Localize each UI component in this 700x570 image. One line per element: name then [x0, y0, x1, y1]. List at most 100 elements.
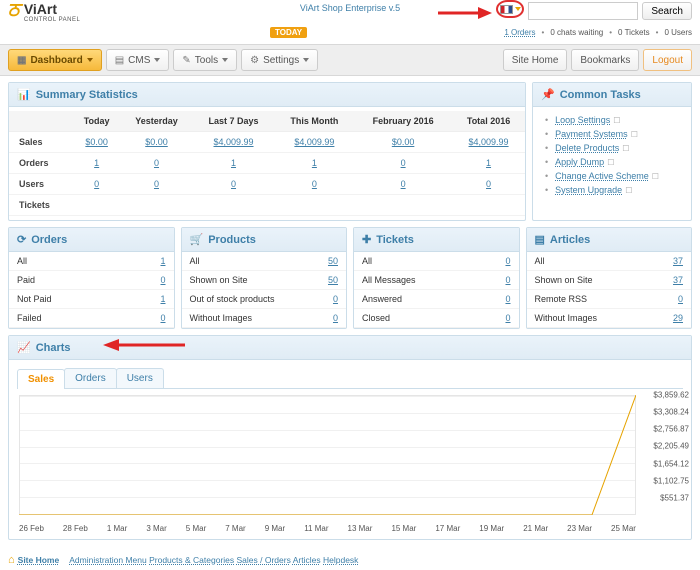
- x-tick: 3 Mar: [146, 524, 166, 533]
- panel-title: Common Tasks: [560, 89, 641, 101]
- row-label: Failed: [9, 309, 125, 328]
- panel-summary: 📊Summary Statistics TodayYesterdayLast 7…: [8, 82, 526, 221]
- y-tick: $3,308.24: [653, 408, 689, 417]
- row-value[interactable]: 0: [505, 313, 510, 323]
- list-item: Not Paid 1: [9, 290, 174, 309]
- chevron-down-icon: [303, 58, 309, 62]
- x-tick: 7 Mar: [225, 524, 245, 533]
- tab-orders[interactable]: Orders: [64, 368, 117, 388]
- row-value[interactable]: 0: [160, 313, 165, 323]
- language-selector[interactable]: [496, 0, 524, 18]
- status-orders-link[interactable]: 1 Orders: [504, 28, 535, 37]
- list-item: Remote RSS0: [527, 290, 692, 309]
- task-link[interactable]: Apply Dump: [555, 157, 604, 167]
- table-row: Users000000: [9, 174, 525, 195]
- tab-sales[interactable]: Sales: [17, 369, 65, 389]
- row-value[interactable]: 1: [160, 256, 165, 266]
- row-label: All: [527, 252, 651, 271]
- tab-users[interactable]: Users: [116, 368, 164, 388]
- row-value[interactable]: 0: [333, 313, 338, 323]
- row-value[interactable]: 0: [160, 275, 165, 285]
- task-link[interactable]: Payment Systems: [555, 129, 628, 139]
- col-header: Yesterday: [121, 111, 193, 132]
- panel-tickets: ✚TicketsAll0All Messages0Answered0Closed…: [353, 227, 520, 329]
- search-button[interactable]: Search: [642, 2, 692, 20]
- nav-settings[interactable]: ⚙Settings: [241, 49, 318, 71]
- annotation-arrow-charts: [99, 338, 189, 355]
- home-icon: ⌂: [8, 554, 15, 566]
- footer-link[interactable]: Products & Categories: [149, 555, 234, 565]
- panel-title: Articles: [550, 234, 590, 246]
- gear-icon: ⚙: [250, 55, 259, 66]
- stat-value[interactable]: $4,009.99: [213, 137, 253, 147]
- task-item: Payment Systems ☐: [545, 127, 683, 141]
- stat-value[interactable]: 0: [312, 179, 317, 189]
- stat-value[interactable]: 0: [401, 179, 406, 189]
- x-tick: 23 Mar: [567, 524, 592, 533]
- footer-link[interactable]: Articles: [293, 555, 321, 565]
- task-link[interactable]: Delete Products: [555, 143, 619, 153]
- stat-value[interactable]: 0: [486, 179, 491, 189]
- x-tick: 17 Mar: [435, 524, 460, 533]
- footer-nav: ⌂Site Home Administration Menu Products …: [8, 554, 692, 566]
- col-header: [9, 111, 73, 132]
- task-item: System Upgrade ☐: [545, 183, 683, 197]
- nav-tools[interactable]: ✎Tools: [173, 49, 237, 71]
- row-value[interactable]: 37: [673, 275, 683, 285]
- stat-value[interactable]: $4,009.99: [469, 137, 509, 147]
- nav-logout[interactable]: Logout: [643, 49, 692, 71]
- flag-icon: [500, 5, 513, 14]
- stat-value[interactable]: $0.00: [85, 137, 108, 147]
- task-link[interactable]: Change Active Scheme: [555, 171, 649, 181]
- row-value[interactable]: 50: [328, 275, 338, 285]
- stat-value[interactable]: 0: [94, 179, 99, 189]
- nav-site-home[interactable]: Site Home: [503, 49, 568, 71]
- list-item: All1: [9, 252, 174, 271]
- task-link[interactable]: Loop Settings: [555, 115, 610, 125]
- stat-value[interactable]: 1: [312, 158, 317, 168]
- summary-table: TodayYesterdayLast 7 DaysThis MonthFebru…: [9, 111, 525, 216]
- footer-link[interactable]: Helpdesk: [323, 555, 358, 565]
- stat-value[interactable]: $0.00: [392, 137, 415, 147]
- row-value[interactable]: 0: [333, 294, 338, 304]
- list-item: Closed0: [354, 309, 519, 328]
- y-tick: $551.37: [660, 493, 689, 502]
- row-value[interactable]: 0: [678, 294, 683, 304]
- stat-value[interactable]: $4,009.99: [294, 137, 334, 147]
- stat-value[interactable]: 0: [231, 179, 236, 189]
- row-value[interactable]: 29: [673, 313, 683, 323]
- stat-value[interactable]: 1: [94, 158, 99, 168]
- row-value[interactable]: 0: [505, 275, 510, 285]
- row-value[interactable]: 0: [505, 294, 510, 304]
- orders-icon: ⟳: [17, 233, 26, 246]
- stat-value[interactable]: 1: [231, 158, 236, 168]
- stat-value[interactable]: 0: [154, 179, 159, 189]
- stat-value[interactable]: 0: [401, 158, 406, 168]
- external-icon: ☐: [631, 130, 638, 139]
- search-input[interactable]: [528, 2, 638, 20]
- row-value[interactable]: 37: [673, 256, 683, 266]
- stat-value[interactable]: 0: [154, 158, 159, 168]
- panel-orders: ⟳OrdersAll1Paid0Not Paid1Failed0: [8, 227, 175, 329]
- list-item: All0: [354, 252, 519, 271]
- nav-bookmarks[interactable]: Bookmarks: [571, 49, 639, 71]
- stat-value[interactable]: $0.00: [145, 137, 168, 147]
- footer-link[interactable]: Sales / Orders: [237, 555, 291, 565]
- y-tick: $2,756.87: [653, 425, 689, 434]
- row-label: Paid: [9, 271, 125, 290]
- row-value[interactable]: 1: [160, 294, 165, 304]
- row-label: Not Paid: [9, 290, 125, 309]
- row-label: All Messages: [354, 271, 480, 290]
- x-tick: 26 Feb: [19, 524, 44, 533]
- nav-dashboard[interactable]: ▦Dashboard: [8, 49, 102, 71]
- footer-site-home[interactable]: Site Home: [18, 555, 60, 565]
- nav-cms[interactable]: ▤CMS: [106, 49, 170, 71]
- row-value[interactable]: 0: [505, 256, 510, 266]
- task-link[interactable]: System Upgrade: [555, 185, 622, 195]
- annotation-arrow-top: [434, 4, 494, 25]
- x-tick: 11 Mar: [304, 524, 328, 533]
- stat-value[interactable]: 1: [486, 158, 491, 168]
- footer-link[interactable]: Administration Menu: [69, 555, 146, 565]
- panel-articles: ▤ArticlesAll37Shown on Site37Remote RSS0…: [526, 227, 693, 329]
- row-value[interactable]: 50: [328, 256, 338, 266]
